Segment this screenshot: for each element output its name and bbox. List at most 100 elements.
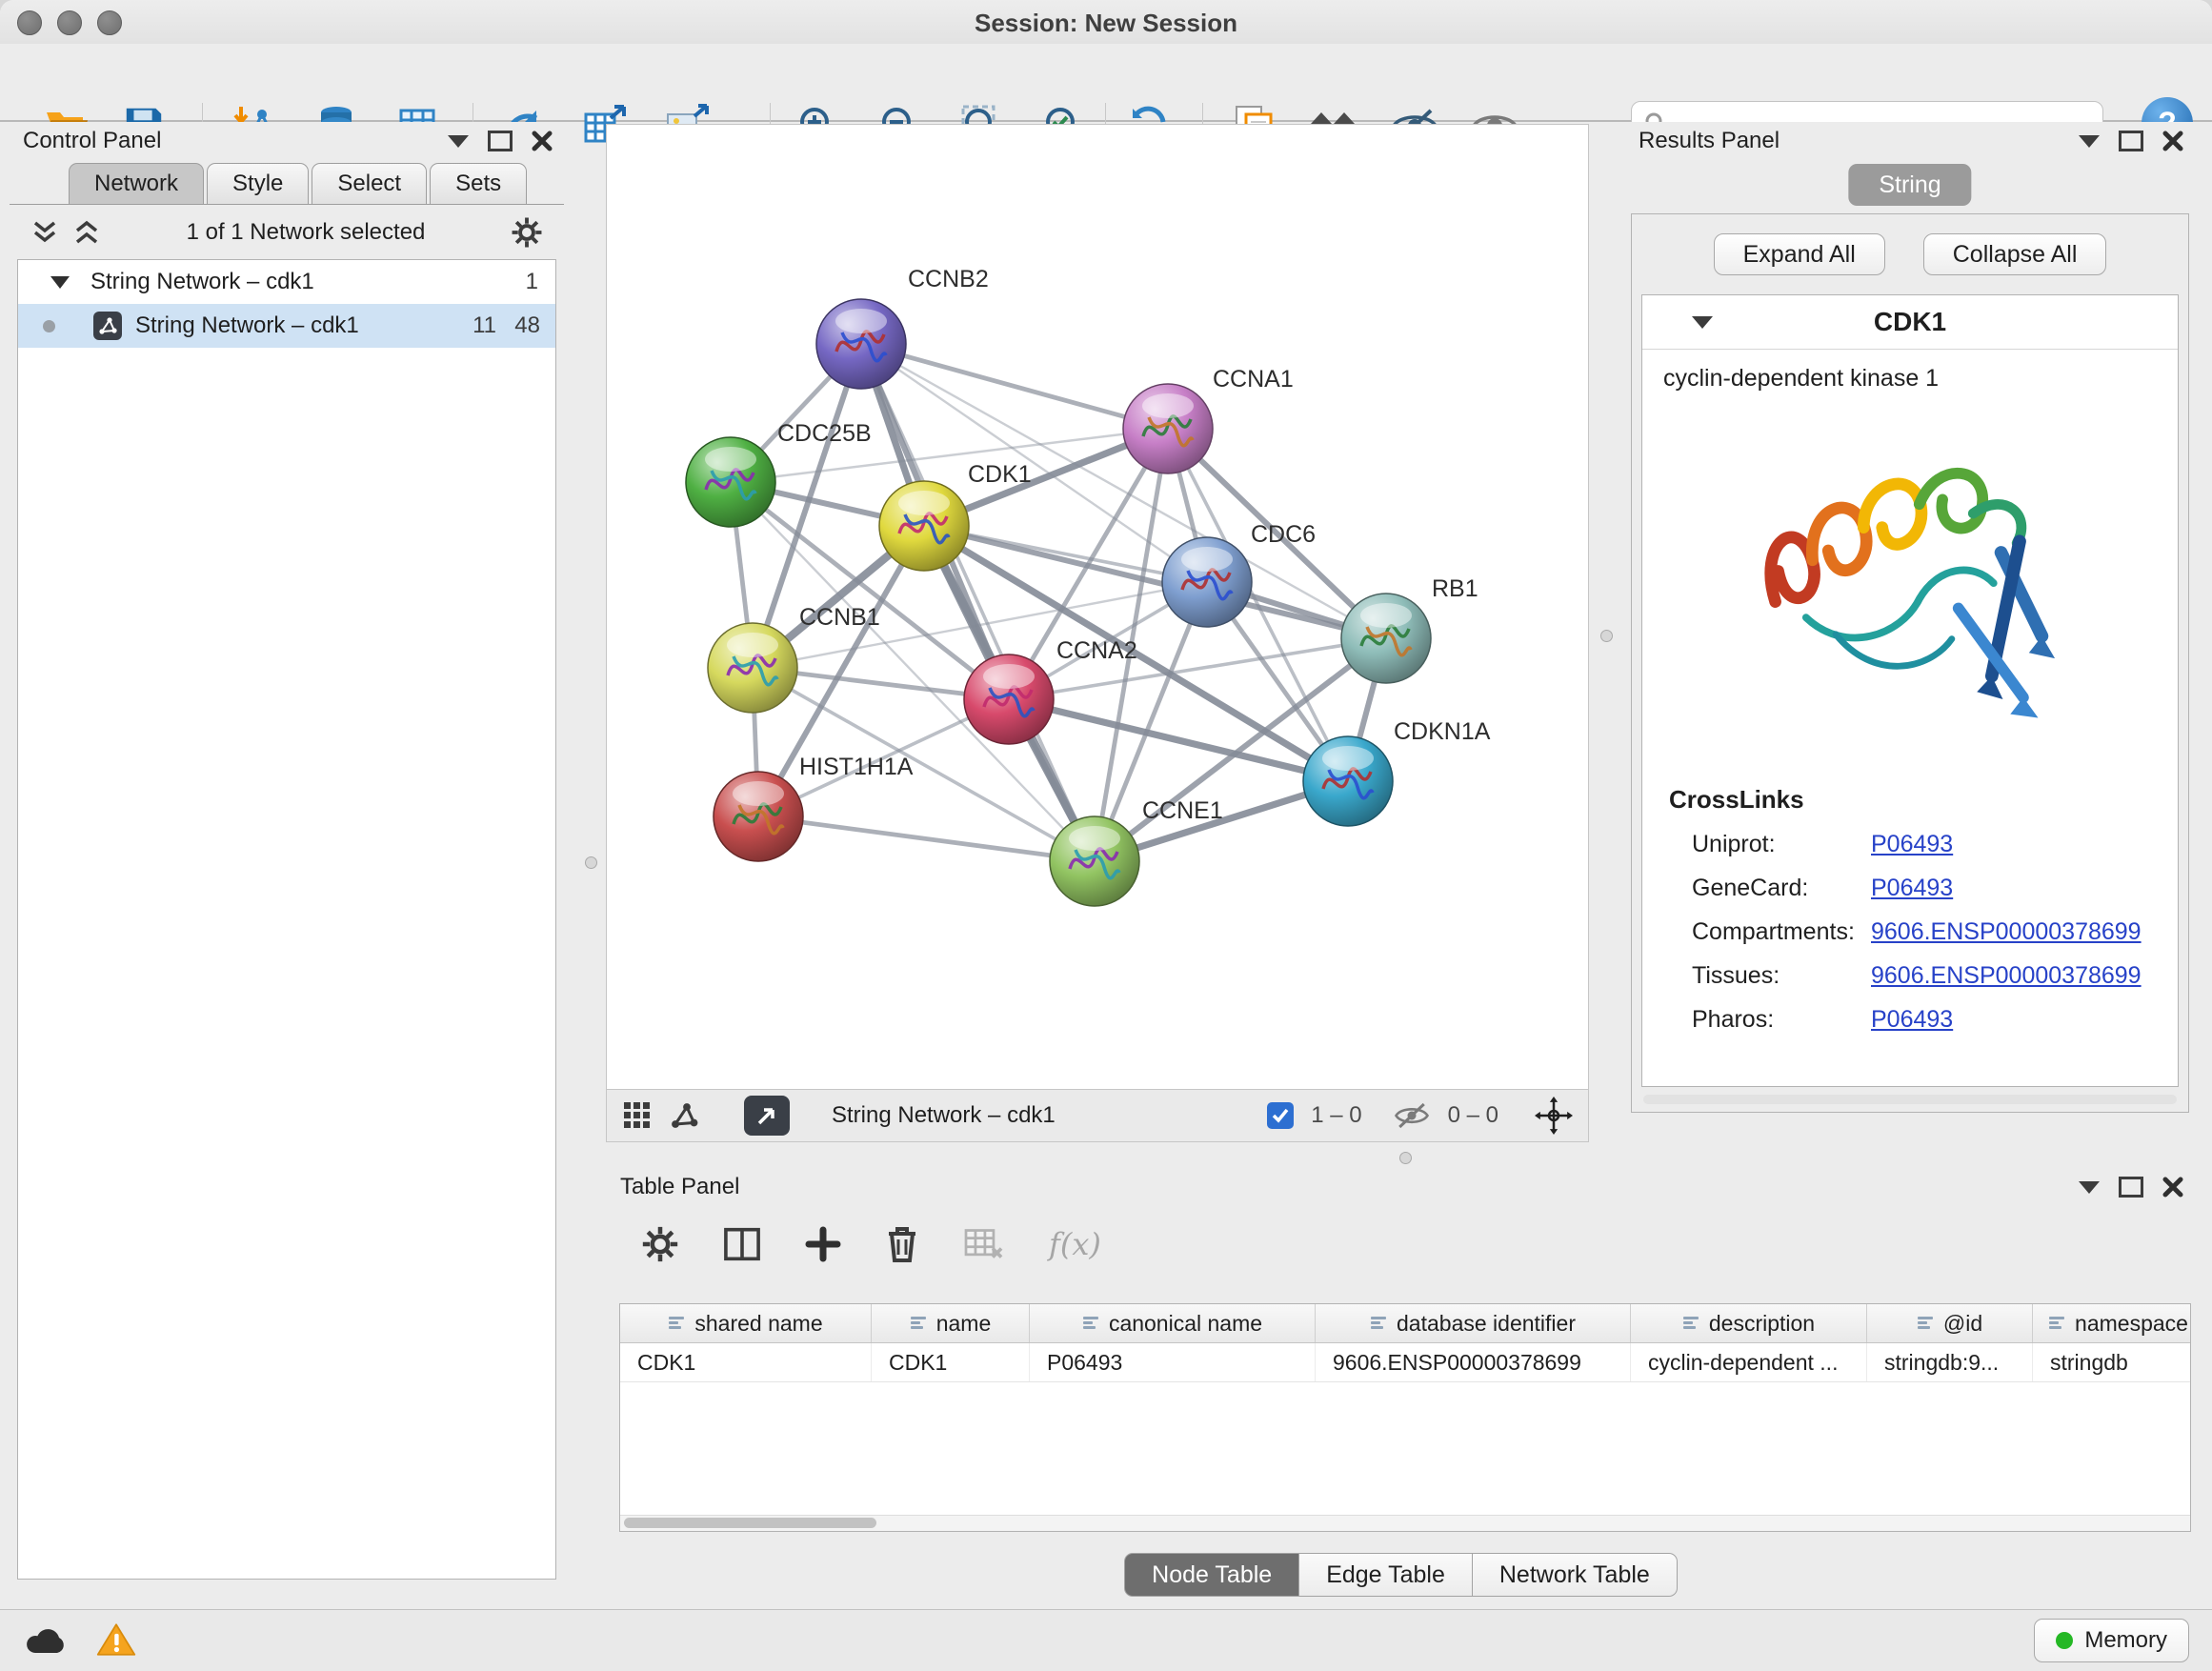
table-cell[interactable]: 9606.ENSP00000378699	[1316, 1343, 1631, 1381]
column-header-canonical-name[interactable]: canonical name	[1030, 1304, 1316, 1342]
hidden-count: 0 – 0	[1448, 1102, 1498, 1129]
crosslink-link[interactable]: 9606.ENSP00000378699	[1871, 918, 2142, 946]
results-panel-title: Results Panel	[1639, 128, 1780, 154]
float-panel-icon[interactable]	[2119, 131, 2143, 151]
close-panel-icon[interactable]	[2162, 131, 2183, 151]
crosslink-link[interactable]: 9606.ENSP00000378699	[1871, 962, 2142, 990]
grid-icon[interactable]	[622, 1100, 653, 1131]
clear-table-icon	[963, 1226, 1005, 1262]
network-node-RB1[interactable]	[1341, 594, 1431, 683]
network-node-CDC6[interactable]	[1162, 537, 1252, 627]
warnings-button[interactable]	[91, 1618, 141, 1661]
network-edge[interactable]	[758, 816, 1095, 861]
gear-icon[interactable]	[511, 216, 543, 249]
network-node-CCNA2[interactable]	[964, 654, 1054, 744]
crosslink-label: Pharos:	[1692, 1006, 1871, 1034]
collapse-all-icon[interactable]	[30, 220, 59, 245]
network-collection-row[interactable]: String Network – cdk1 1	[18, 260, 555, 304]
string-network-icon	[93, 312, 122, 340]
table-horizontal-scrollbar[interactable]	[620, 1515, 2190, 1531]
node-label: CCNA2	[1056, 637, 1137, 664]
network-edge[interactable]	[861, 344, 1168, 429]
table-row[interactable]: CDK1CDK1P064939606.ENSP00000378699cyclin…	[620, 1343, 2190, 1382]
collection-label: String Network – cdk1	[90, 269, 314, 295]
node-label: CCNB1	[799, 604, 880, 631]
network-node-CDK1[interactable]	[879, 481, 969, 571]
table-cell[interactable]: CDK1	[620, 1343, 872, 1381]
crosslink-label: Uniprot:	[1692, 831, 1871, 858]
splitter-handle[interactable]	[1600, 630, 1613, 642]
crosslink-row: Compartments:9606.ENSP00000378699	[1642, 910, 2178, 954]
results-scrollbar[interactable]	[1643, 1095, 2177, 1104]
panel-menu-icon[interactable]	[2079, 1181, 2100, 1194]
collapse-section-icon[interactable]	[1692, 316, 1713, 329]
panel-menu-icon[interactable]	[448, 135, 469, 148]
expand-all-button[interactable]: Expand All	[1714, 233, 1885, 275]
network-node-CDC25B[interactable]	[686, 437, 775, 527]
float-panel-icon[interactable]	[488, 131, 513, 151]
network-row[interactable]: String Network – cdk1 11 48	[18, 304, 555, 348]
selected-indicator-checkbox[interactable]	[1267, 1102, 1294, 1129]
table-settings-gear-icon[interactable]	[641, 1225, 679, 1263]
gene-section-header[interactable]: CDK1	[1642, 295, 2178, 350]
tab-select[interactable]: Select	[312, 163, 427, 204]
crosslink-link[interactable]: P06493	[1871, 1006, 1953, 1034]
column-header-description[interactable]: description	[1631, 1304, 1867, 1342]
cloud-status-button[interactable]	[21, 1618, 70, 1661]
pan-crosshair-icon[interactable]	[1535, 1097, 1573, 1135]
close-panel-icon[interactable]	[532, 131, 553, 151]
table-panel: Table Panel f(x) shared namenamecanonica…	[607, 1168, 2195, 1599]
column-header-database-identifier[interactable]: database identifier	[1316, 1304, 1631, 1342]
node-label: RB1	[1432, 575, 1478, 602]
float-panel-icon[interactable]	[2119, 1177, 2143, 1198]
column-header-@id[interactable]: @id	[1867, 1304, 2033, 1342]
tab-network-table[interactable]: Network Table	[1473, 1553, 1678, 1597]
table-body: CDK1CDK1P064939606.ENSP00000378699cyclin…	[620, 1343, 2190, 1382]
table-cell[interactable]: cyclin-dependent ...	[1631, 1343, 1867, 1381]
tree-expander-icon[interactable]	[50, 276, 70, 289]
table-cell[interactable]: P06493	[1030, 1343, 1316, 1381]
crosslink-link[interactable]: P06493	[1871, 831, 1953, 858]
show-columns-icon[interactable]	[723, 1227, 761, 1261]
network-node-CDKN1A[interactable]	[1303, 736, 1393, 826]
network-node-CCNE1[interactable]	[1050, 816, 1139, 906]
table-cell[interactable]: stringdb:9...	[1867, 1343, 2033, 1381]
column-header-namespace[interactable]: namespace	[2033, 1304, 2191, 1342]
table-cell[interactable]: CDK1	[872, 1343, 1030, 1381]
open-in-new-window-button[interactable]	[744, 1096, 790, 1136]
window-title: Session: New Session	[0, 0, 2212, 44]
tab-node-table[interactable]: Node Table	[1124, 1553, 1299, 1597]
expand-all-icon[interactable]	[72, 220, 101, 245]
network-node-CCNB1[interactable]	[708, 623, 797, 713]
add-column-icon[interactable]	[805, 1226, 841, 1262]
network-node-CCNA1[interactable]	[1123, 384, 1213, 473]
scrollbar-thumb[interactable]	[624, 1518, 876, 1528]
tab-style[interactable]: Style	[207, 163, 309, 204]
share-icon[interactable]	[670, 1101, 698, 1130]
crosslink-label: Tissues:	[1692, 962, 1871, 990]
crosslink-link[interactable]: P06493	[1871, 875, 1953, 902]
warning-icon	[96, 1621, 136, 1658]
tab-sets[interactable]: Sets	[430, 163, 527, 204]
network-node-CCNB2[interactable]	[816, 299, 906, 389]
tab-edge-table[interactable]: Edge Table	[1299, 1553, 1473, 1597]
memory-button[interactable]: Memory	[2034, 1619, 2189, 1662]
close-panel-icon[interactable]	[2162, 1177, 2183, 1198]
splitter-handle[interactable]	[585, 856, 597, 869]
tab-network[interactable]: Network	[69, 163, 204, 204]
table-cell[interactable]: stringdb	[2033, 1343, 2191, 1381]
panel-menu-icon[interactable]	[2079, 135, 2100, 148]
hidden-eye-icon[interactable]	[1393, 1101, 1431, 1130]
network-node-HIST1H1A[interactable]	[714, 772, 803, 861]
current-network-bullet	[43, 320, 55, 332]
delete-column-trash-icon[interactable]	[885, 1225, 919, 1263]
control-panel: Control Panel NetworkStyleSelectSets 1 o…	[10, 122, 564, 1587]
column-header-name[interactable]: name	[872, 1304, 1030, 1342]
tab-string[interactable]: String	[1848, 164, 1971, 206]
network-canvas[interactable]: CCNB2CCNA1CDC25BCDK1CDC6RB1CCNB1CCNA2CDK…	[606, 124, 1589, 1090]
results-panel: Results Panel String Expand All Collapse…	[1625, 122, 2195, 1117]
splitter-handle[interactable]	[1399, 1152, 1412, 1164]
network-graph: CCNB2CCNA1CDC25BCDK1CDC6RB1CCNB1CCNA2CDK…	[607, 125, 1588, 1089]
collapse-all-button[interactable]: Collapse All	[1923, 233, 2107, 275]
column-header-shared-name[interactable]: shared name	[620, 1304, 872, 1342]
